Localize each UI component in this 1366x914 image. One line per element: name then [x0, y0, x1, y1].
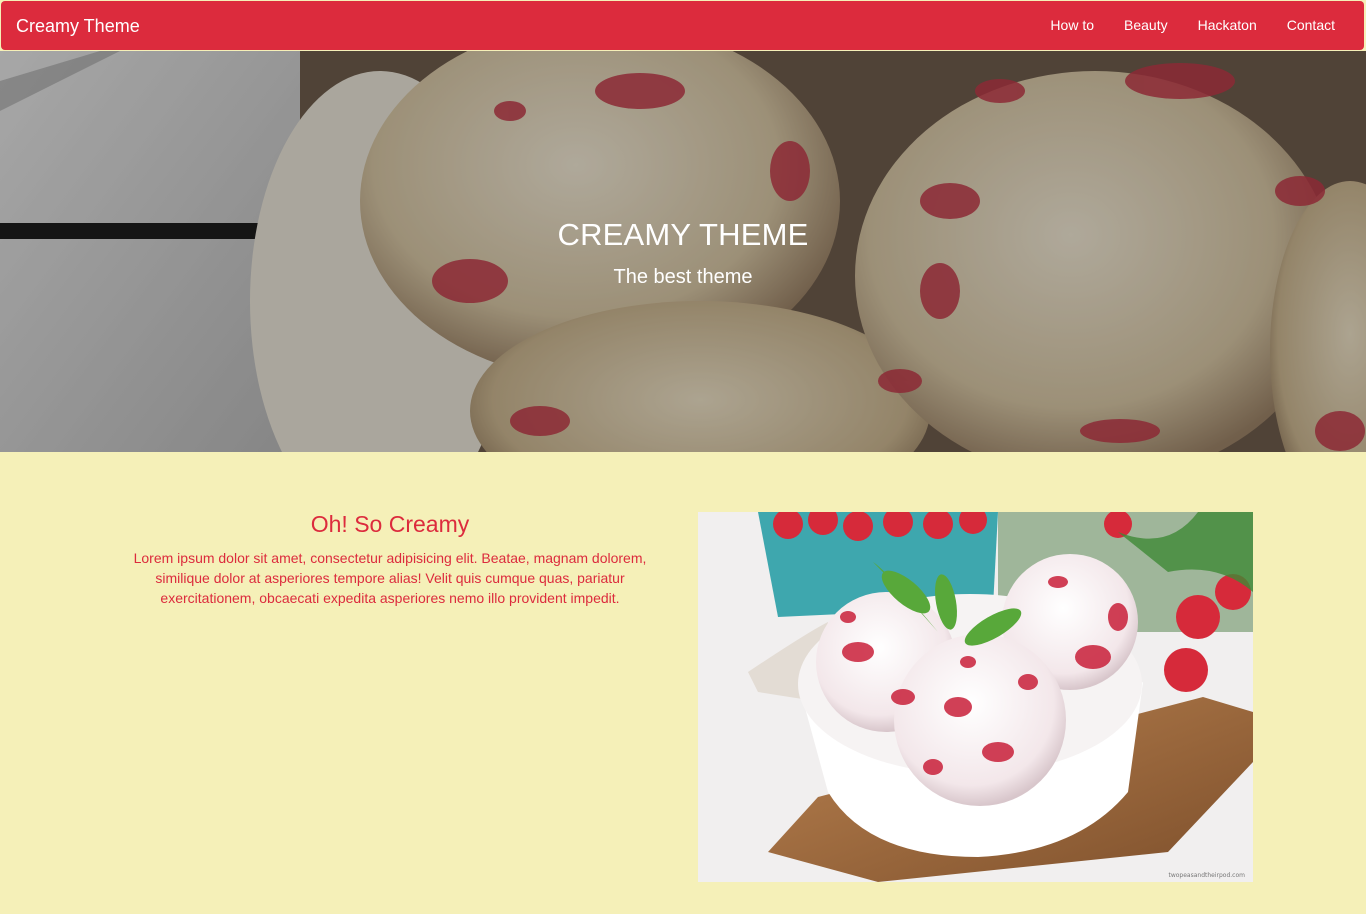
top-navbar: Creamy Theme How to Beauty Hackaton Cont… [1, 1, 1364, 50]
nav-link-beauty[interactable]: Beauty [1109, 1, 1183, 50]
hero-title: CREAMY THEME [557, 217, 809, 252]
ice-cream-bowl-image [698, 512, 1253, 882]
photo-credit: twopeasandtheirpod.com [1168, 872, 1245, 879]
hero-subtitle: The best theme [613, 266, 753, 288]
nav-link-how-to[interactable]: How to [1035, 1, 1109, 50]
brand-link[interactable]: Creamy Theme [16, 15, 140, 37]
hero-banner: CREAMY THEME The best theme [0, 51, 1366, 452]
nav-links: How to Beauty Hackaton Contact [1035, 1, 1350, 50]
section-heading: Oh! So Creamy [310, 511, 470, 537]
nav-link-contact[interactable]: Contact [1272, 1, 1350, 50]
ice-cream-bowl-photo: twopeasandtheirpod.com [698, 512, 1253, 882]
section-paragraph: Lorem ipsum dolor sit amet, consectetur … [133, 550, 647, 606]
nav-link-hackaton[interactable]: Hackaton [1183, 1, 1272, 50]
